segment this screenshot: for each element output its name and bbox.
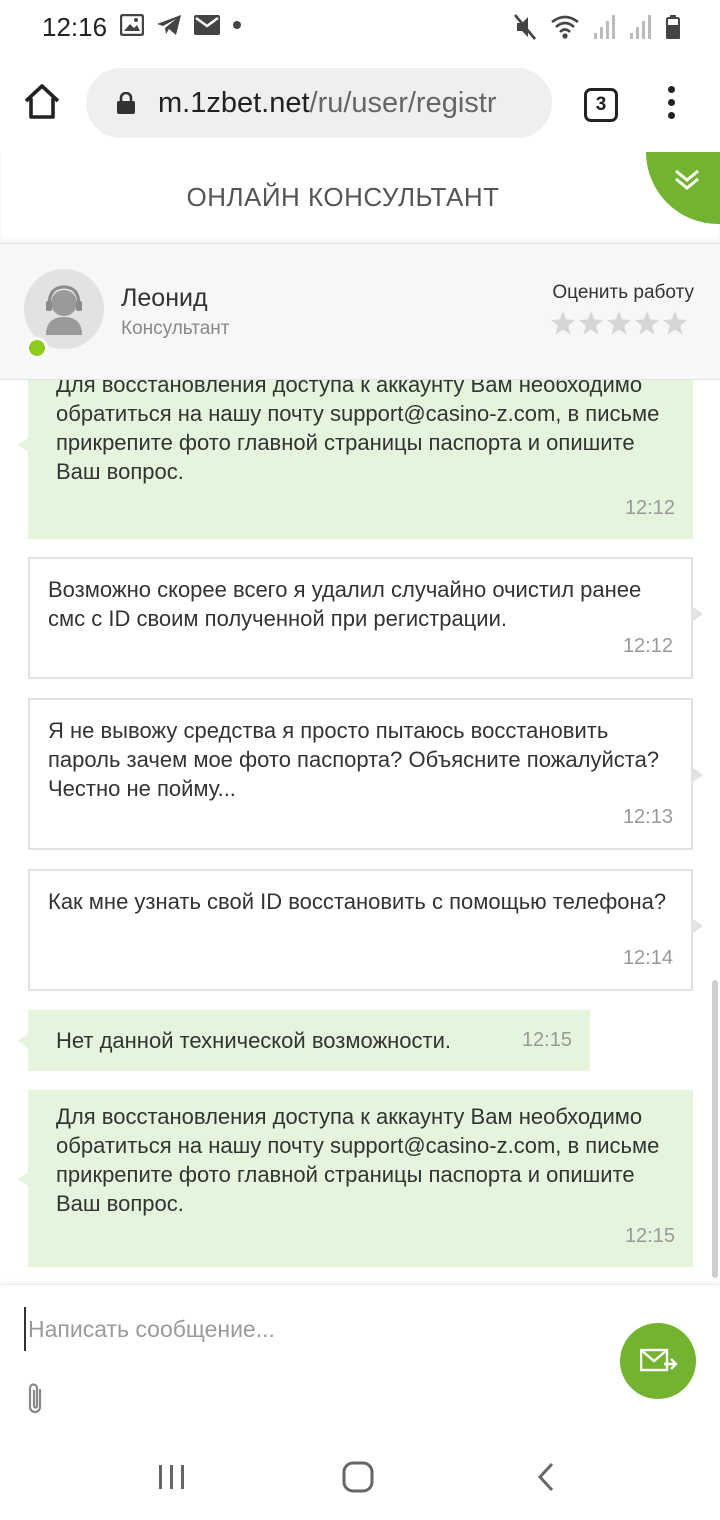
consultant-panel: Леонид Консультант Оценить работу <box>0 244 720 380</box>
message-tail <box>693 919 703 933</box>
star-icon[interactable] <box>550 310 576 336</box>
operator-message: Для восстановления доступа к аккаунту Ва… <box>18 380 693 539</box>
system-icons <box>514 14 680 40</box>
mail-icon <box>194 15 220 35</box>
double-chevron-down-icon <box>675 169 699 190</box>
user-message: Возможно скорее всего я удалил случайно … <box>28 557 703 679</box>
message-time: 12:12 <box>624 497 675 519</box>
message-tail <box>18 1034 28 1048</box>
message-tail <box>18 1172 28 1186</box>
scrollbar[interactable] <box>712 980 718 1278</box>
recents-icon[interactable] <box>158 1463 186 1491</box>
online-status-indicator <box>26 337 48 359</box>
signal-icon <box>594 15 615 39</box>
system-nav-bar <box>0 1438 720 1520</box>
image-icon <box>120 14 144 36</box>
chat-header: ОНЛАЙН КОНСУЛЬТАНТ <box>0 152 720 244</box>
consultant-name: Леонид <box>121 284 208 312</box>
telegram-icon <box>157 15 181 35</box>
star-icon[interactable] <box>662 310 688 336</box>
wifi-icon <box>551 15 579 39</box>
address-bar[interactable]: m.1zbet.net/ru/user/registr <box>86 68 552 138</box>
dot-icon <box>233 21 241 29</box>
message-time: 12:14 <box>622 947 673 969</box>
tabs-button[interactable]: 3 <box>584 88 618 122</box>
message-text: Для восстановления доступа к аккаунту Ва… <box>56 380 660 484</box>
chat-title: ОНЛАЙН КОНСУЛЬТАНТ <box>186 182 500 212</box>
message-time: 12:13 <box>622 806 673 828</box>
notification-icons <box>120 14 242 36</box>
message-time: 12:15 <box>624 1225 675 1247</box>
message-composer <box>0 1284 720 1438</box>
message-tail <box>693 768 703 782</box>
user-message: Я не вывожу средства я просто пытаюсь во… <box>28 698 703 850</box>
back-icon[interactable] <box>536 1462 556 1492</box>
message-text: Я не вывожу средства я просто пытаюсь во… <box>48 718 660 801</box>
message-tail <box>693 607 703 621</box>
send-mail-icon <box>640 1348 678 1372</box>
star-icon[interactable] <box>606 310 632 336</box>
url-text: m.1zbet.net/ru/user/registr <box>158 87 496 120</box>
operator-message: Для восстановления доступа к аккаунту Ва… <box>18 1090 693 1267</box>
home-icon[interactable] <box>22 82 62 122</box>
send-button[interactable] <box>620 1323 696 1399</box>
collapse-chat-button[interactable] <box>646 152 720 224</box>
message-list[interactable]: Для восстановления доступа к аккаунту Ва… <box>0 380 720 1284</box>
lock-icon <box>117 92 135 114</box>
url-path: /ru/user/registr <box>309 87 497 119</box>
rate-label: Оценить работу <box>552 282 694 303</box>
user-message: Как мне узнать свой ID восстановить с по… <box>28 869 703 991</box>
message-time: 12:12 <box>622 635 673 657</box>
status-bar: 12:16 <box>0 0 720 56</box>
message-text: Как мне узнать свой ID восстановить с по… <box>48 889 667 914</box>
browser-toolbar: m.1zbet.net/ru/user/registr 3 <box>0 56 720 152</box>
home-icon[interactable] <box>342 1461 374 1493</box>
status-time: 12:16 <box>42 12 108 42</box>
battery-icon <box>666 15 680 39</box>
url-host: m.1zbet.net <box>158 87 310 119</box>
rating-stars <box>550 310 688 336</box>
mute-icon <box>514 14 536 40</box>
message-text: Возможно скорее всего я удалил случайно … <box>48 577 642 631</box>
message-text: Для восстановления доступа к аккаунту Ва… <box>56 1104 660 1216</box>
consultant-role: Консультант <box>121 318 230 339</box>
signal-icon <box>630 15 651 39</box>
more-menu-icon[interactable] <box>662 86 680 126</box>
star-icon[interactable] <box>634 310 660 336</box>
operator-message: Нет данной технической возможности. 12:15 <box>18 1010 590 1071</box>
message-tail <box>18 438 28 452</box>
paperclip-icon[interactable] <box>24 1381 46 1417</box>
message-input[interactable] <box>24 1307 584 1351</box>
message-time: 12:15 <box>521 1029 572 1051</box>
star-icon[interactable] <box>578 310 604 336</box>
message-text: Нет данной технической возможности. <box>56 1028 452 1053</box>
